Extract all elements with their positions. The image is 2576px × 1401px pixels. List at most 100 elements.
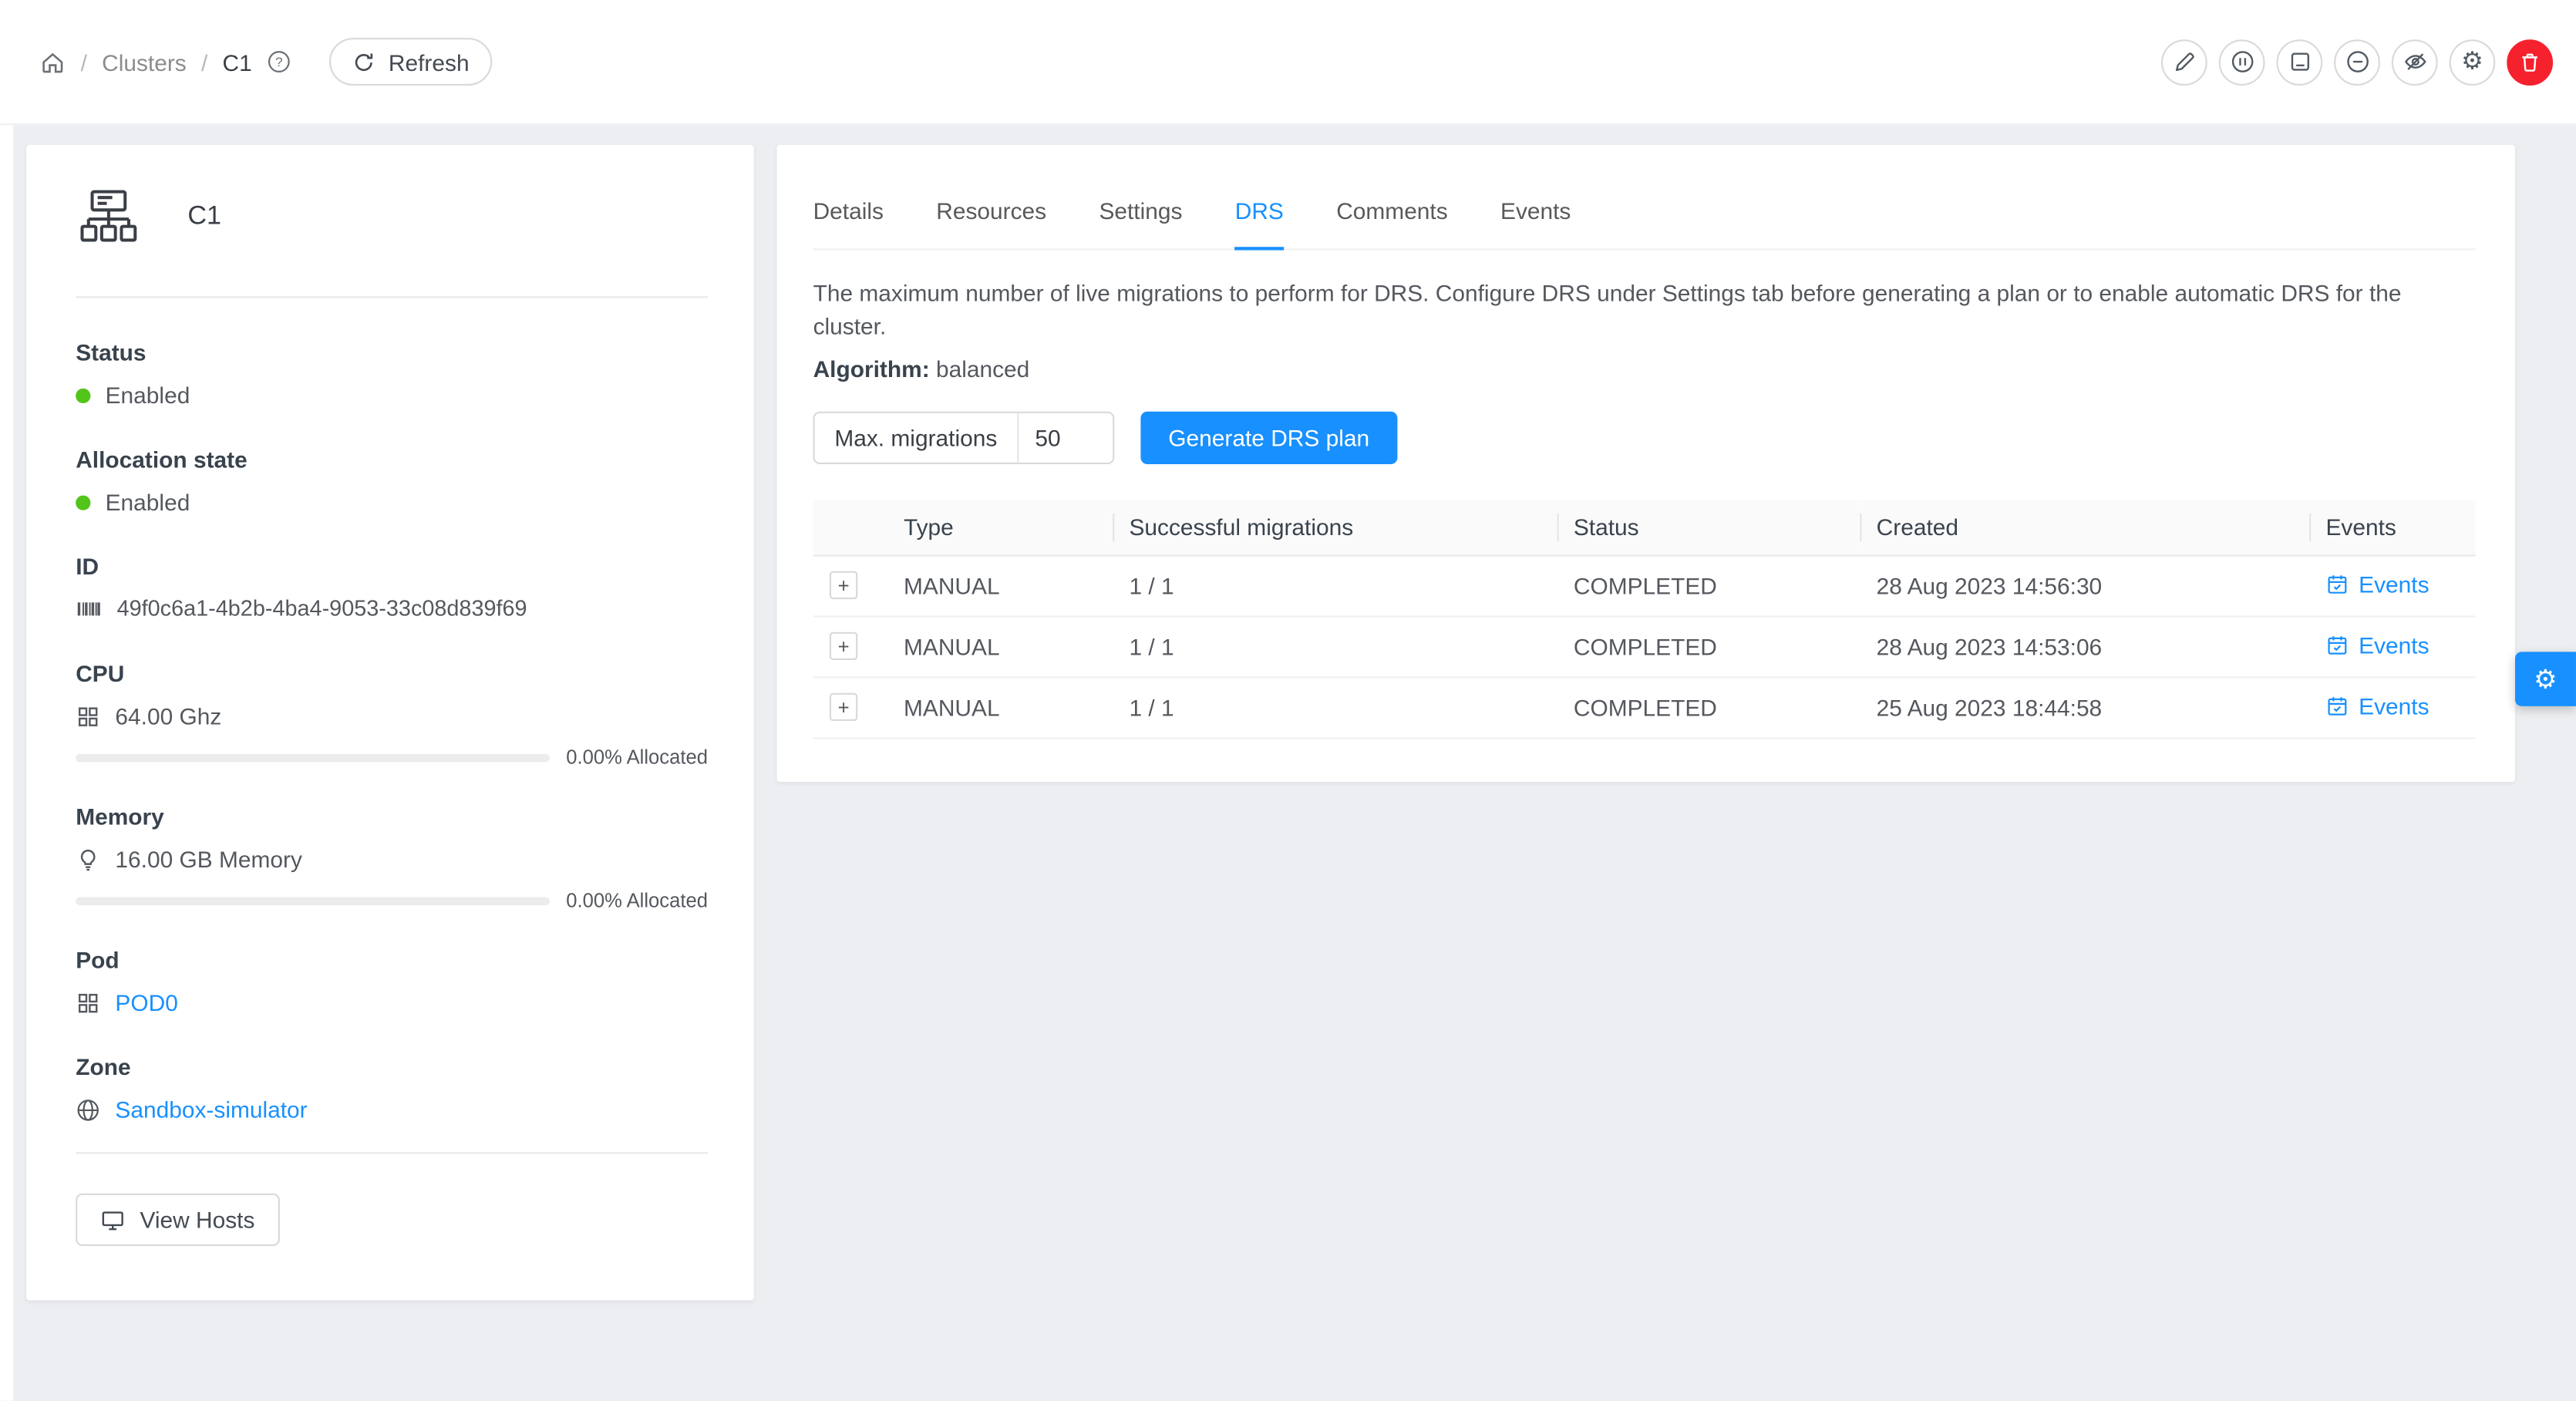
field-label: Zone [76,1052,708,1081]
breadcrumb-clusters[interactable]: Clusters [102,49,187,75]
gear-icon: ⚙ [2461,49,2483,74]
cell-created: 28 Aug 2023 14:56:30 [1860,554,2309,615]
calendar-icon [2325,694,2349,717]
field-zone: Zone Sandbox-simulator [76,1052,708,1126]
events-link-label: Events [2359,571,2429,597]
cluster-icon [76,184,141,250]
tab-resources[interactable]: Resources [936,174,1046,250]
expand-row-button[interactable]: + [830,632,857,660]
max-migrations-label: Max. migrations [815,413,1017,463]
row-events-link[interactable]: Events [2325,631,2429,658]
refresh-label: Refresh [389,49,470,75]
column-header-created: Created [1860,500,2309,554]
cpu-grid-icon [76,704,100,729]
delete-button[interactable] [2507,39,2553,85]
info-fields: Status Enabled Allocation state Enabled … [76,338,708,1127]
status-value: Enabled [106,379,190,412]
max-migrations-group: Max. migrations [813,412,1114,464]
algorithm-value: balanced [936,355,1029,382]
tab-drs[interactable]: DRS [1235,174,1284,250]
help-icon[interactable]: ? [267,49,291,74]
column-header-events: Events [2309,500,2476,554]
cell-migrations: 1 / 1 [1113,615,1557,676]
monitor-icon [100,1207,125,1232]
eye-slash-icon [2403,49,2427,74]
expand-row-button[interactable]: + [830,571,857,599]
calendar-icon [2325,633,2349,656]
field-label: CPU [76,658,708,688]
breadcrumb-current: C1 [222,49,251,75]
view-hosts-label: View Hosts [140,1207,254,1233]
memory-value: 16.00 GB Memory [115,843,302,876]
drs-plans-table: Type Successful migrations Status Create… [813,500,2476,738]
cpu-value: 64.00 Ghz [115,699,221,732]
expand-column-header [813,500,887,554]
pod-link[interactable]: POD0 [115,986,177,1019]
field-label: Memory [76,802,708,831]
drs-description: The maximum number of live migrations to… [813,277,2476,342]
cell-type: MANUAL [887,554,1113,615]
tab-comments[interactable]: Comments [1336,174,1447,250]
algorithm-label: Algorithm: [813,355,930,382]
field-pod: Pod POD0 [76,945,708,1019]
unmanage-cluster-button[interactable] [2276,39,2322,85]
view-hosts-button[interactable]: View Hosts [76,1194,279,1246]
tab-events[interactable]: Events [1500,174,1571,250]
settings-drawer-button[interactable]: ⚙ [2515,652,2576,706]
tab-details[interactable]: Details [813,174,884,250]
disable-oobm-button[interactable] [2334,39,2380,85]
refresh-button[interactable]: Refresh [329,38,492,86]
app: / Clusters / C1 ? Refresh [0,0,2576,1401]
cell-created: 25 Aug 2023 18:44:58 [1860,676,2309,737]
field-status: Status Enabled [76,338,708,412]
status-dot [76,388,90,402]
tab-bar: Details Resources Settings DRS Comments … [813,145,2476,251]
column-header-migrations: Successful migrations [1113,500,1557,554]
gear-icon: ⚙ [2534,662,2557,695]
events-link-label: Events [2359,631,2429,658]
field-cpu: CPU 64.00 Ghz 0.00% Allocated [76,658,708,769]
cell-migrations: 1 / 1 [1113,676,1557,737]
configure-button[interactable]: ⚙ [2450,39,2496,85]
cpu-progress: 0.00% Allocated [76,746,708,769]
pod-grid-icon [76,990,100,1015]
zone-link[interactable]: Sandbox-simulator [115,1093,307,1127]
pause-circle-icon [2230,49,2254,74]
cell-type: MANUAL [887,676,1113,737]
field-label: Pod [76,945,708,974]
tab-settings[interactable]: Settings [1099,174,1182,250]
field-id: ID 49f0c6a1-4b2b-4ba4-9053-33c08d839f69 [76,551,708,625]
edit-button[interactable] [2161,39,2207,85]
id-value: 49f0c6a1-4b2b-4ba4-9053-33c08d839f69 [117,593,527,626]
cell-status: COMPLETED [1557,615,1860,676]
drs-algorithm: Algorithm: balanced [813,355,2476,382]
edit-icon [2172,49,2197,74]
row-events-link[interactable]: Events [2325,571,2429,597]
table-header-row: Type Successful migrations Status Create… [813,500,2476,554]
generate-drs-plan-button[interactable]: Generate DRS plan [1140,412,1397,464]
status-dot [76,495,90,510]
bulb-icon [76,847,100,871]
minus-circle-icon [2345,49,2369,74]
column-header-status: Status [1557,500,1860,554]
svg-text:?: ? [275,55,282,69]
memory-progress: 0.00% Allocated [76,889,708,912]
row-events-link[interactable]: Events [2325,692,2429,719]
table-row: + MANUAL 1 / 1 COMPLETED 28 Aug 2023 14:… [813,554,2476,615]
disable-cluster-button[interactable] [2219,39,2265,85]
refresh-icon [352,50,375,73]
max-migrations-input[interactable] [1017,413,1113,463]
home-icon[interactable] [39,49,66,75]
drs-controls: Max. migrations Generate DRS plan [813,412,2476,464]
globe-icon [76,1097,100,1122]
action-toolbar: ⚙ [2161,39,2553,85]
barcode-icon [76,596,102,622]
cell-type: MANUAL [887,615,1113,676]
eye-slash-button[interactable] [2392,39,2438,85]
cell-status: COMPLETED [1557,676,1860,737]
table-row: + MANUAL 1 / 1 COMPLETED 25 Aug 2023 18:… [813,676,2476,737]
expand-row-button[interactable]: + [830,693,857,721]
detail-card: Details Resources Settings DRS Comments … [777,145,2515,781]
cpu-allocated-label: 0.00% Allocated [566,746,708,769]
content: C1 Status Enabled Allocation state Enabl… [0,125,2576,1300]
